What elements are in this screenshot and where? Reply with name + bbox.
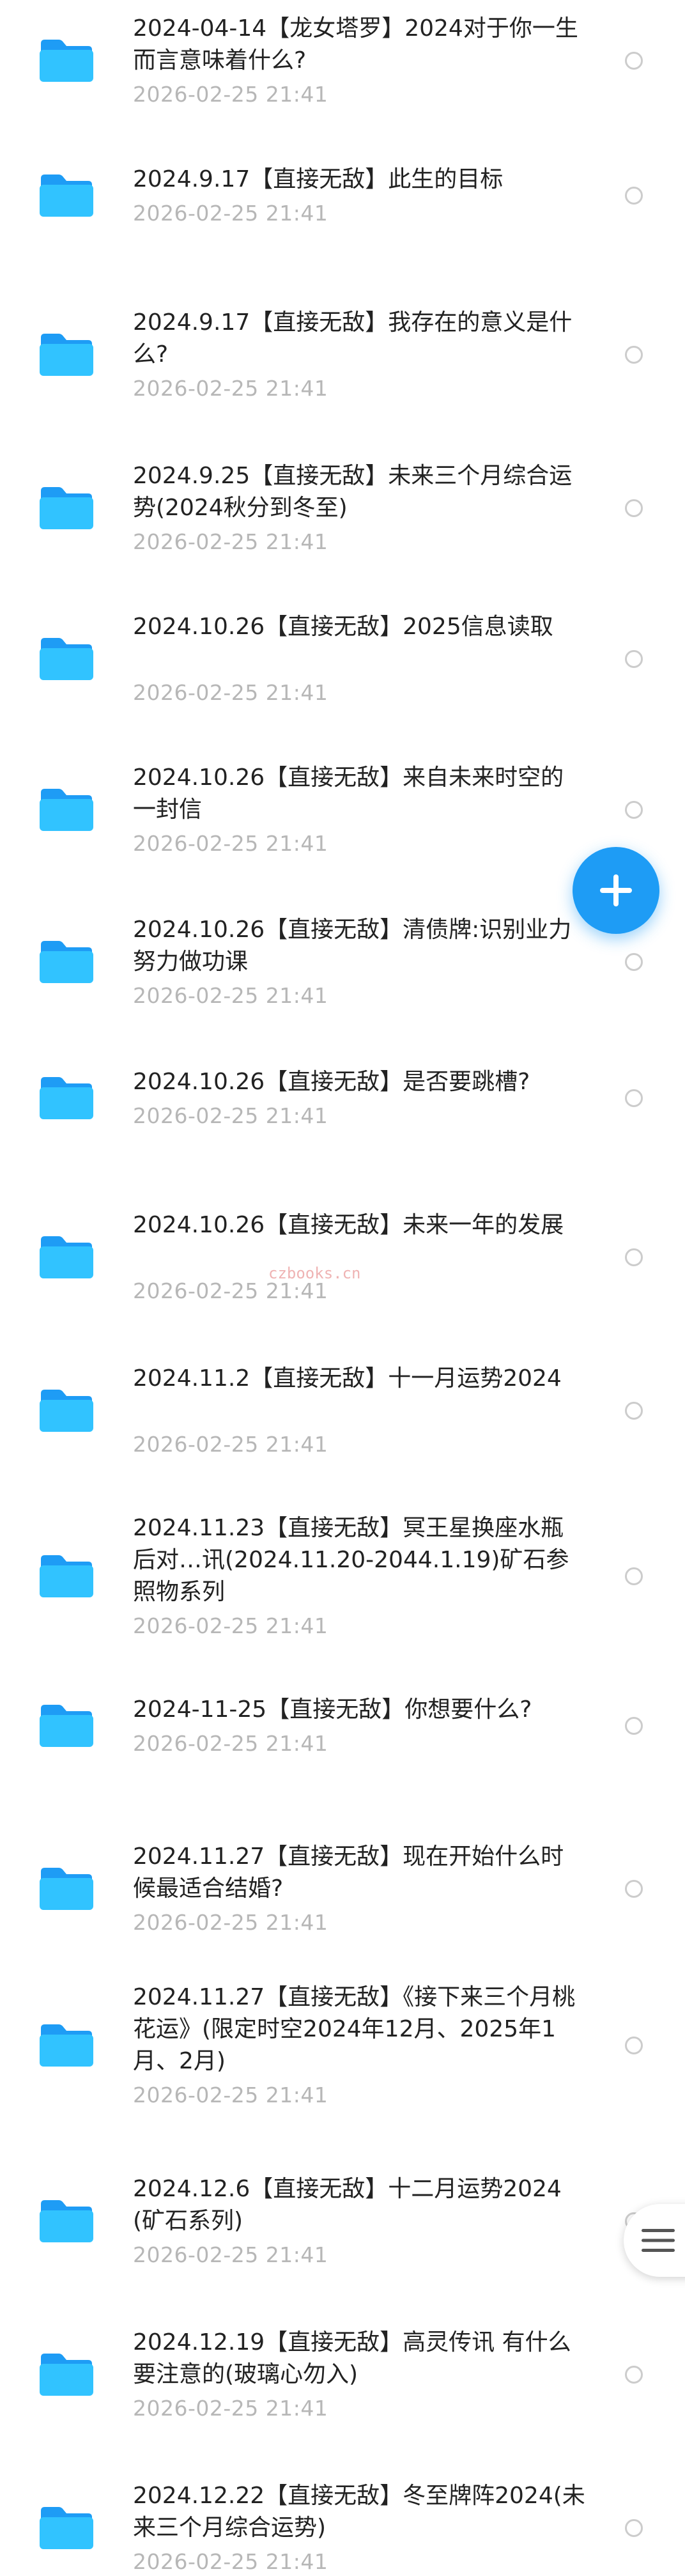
hamburger-menu-icon	[642, 2229, 675, 2252]
file-title: 2024.9.25【直接无敌】未来三个月综合运势(2024秋分到冬至)	[133, 463, 573, 521]
file-date: 2026-02-25 21:41	[133, 1613, 328, 1638]
folder-icon	[38, 332, 95, 377]
file-title: 2024.9.17【直接无敌】此生的目标	[133, 166, 504, 192]
file-title: 2024.11.2【直接无敌】十一月运势2024	[133, 1365, 562, 1392]
file-title: 2024.10.26【直接无敌】来自未来时空的一封信	[133, 764, 564, 823]
folder-icon	[38, 1703, 95, 1748]
folder-icon	[38, 486, 95, 531]
side-menu-button[interactable]	[624, 2204, 685, 2277]
folder-icon	[38, 1866, 95, 1911]
file-title: 2024.10.26【直接无敌】2025信息读取	[133, 614, 553, 640]
file-title: 2024.11.27【直接无敌】《接下来三个月桃花运》(限定时空2024年12月…	[133, 1984, 576, 2074]
select-radio[interactable]	[625, 2519, 643, 2537]
file-date: 2026-02-25 21:41	[133, 82, 328, 107]
folder-icon	[38, 2023, 95, 2068]
add-button[interactable]	[573, 847, 659, 934]
file-date: 2026-02-25 21:41	[133, 1432, 328, 1457]
folder-icon	[38, 2199, 95, 2244]
folder-icon	[38, 1235, 95, 1280]
file-title: 2024.12.22【直接无敌】冬至牌阵2024(未来三个月综合运势)	[133, 2483, 585, 2541]
select-radio[interactable]	[625, 1402, 643, 1420]
file-date: 2026-02-25 21:41	[133, 529, 328, 554]
select-radio[interactable]	[625, 953, 643, 971]
folder-icon	[38, 637, 95, 681]
select-radio[interactable]	[625, 2037, 643, 2054]
folder-icon	[38, 2352, 95, 2397]
file-date: 2026-02-25 21:41	[133, 2242, 328, 2267]
file-date: 2026-02-25 21:41	[133, 680, 328, 705]
watermark: czbooks.cn	[268, 1264, 361, 1282]
folder-icon	[38, 1388, 95, 1433]
file-date: 2026-02-25 21:41	[133, 1103, 328, 1128]
select-radio[interactable]	[625, 1248, 643, 1266]
file-date: 2026-02-25 21:41	[133, 1731, 328, 1756]
file-date: 2026-02-25 21:41	[133, 983, 328, 1008]
folder-icon	[38, 788, 95, 832]
folder-icon	[38, 1554, 95, 1599]
select-radio[interactable]	[625, 1567, 643, 1585]
file-date: 2026-02-25 21:41	[133, 201, 328, 226]
select-radio[interactable]	[625, 801, 643, 819]
file-title: 2024.10.26【直接无敌】未来一年的发展	[133, 1212, 564, 1238]
select-radio[interactable]	[625, 187, 643, 205]
file-title: 2024-04-14【龙女塔罗】2024对于你一生而言意味着什么?	[133, 15, 578, 74]
select-radio[interactable]	[625, 1089, 643, 1107]
select-radio[interactable]	[625, 346, 643, 364]
select-radio[interactable]	[625, 2366, 643, 2384]
select-radio[interactable]	[625, 52, 643, 70]
file-date: 2026-02-25 21:41	[133, 2083, 328, 2107]
folder-icon	[38, 2506, 95, 2550]
file-title: 2024.10.26【直接无敌】是否要跳槽?	[133, 1069, 530, 1095]
file-title: 2024.9.17【直接无敌】我存在的意义是什么?	[133, 309, 573, 368]
folder-icon	[38, 38, 95, 83]
file-date: 2026-02-25 21:41	[133, 2396, 328, 2421]
select-radio[interactable]	[625, 650, 643, 668]
select-radio[interactable]	[625, 499, 643, 517]
select-radio[interactable]	[625, 1717, 643, 1735]
file-date: 2026-02-25 21:41	[133, 1910, 328, 1935]
select-radio[interactable]	[625, 1880, 643, 1898]
file-date: 2026-02-25 21:41	[133, 831, 328, 856]
folder-icon	[38, 173, 95, 218]
file-title: 2024.10.26【直接无敌】清债牌:识别业力 努力做功课	[133, 917, 572, 975]
file-date: 2026-02-25 21:41	[133, 376, 328, 401]
file-title: 2024-11-25【直接无敌】你想要什么?	[133, 1696, 532, 1723]
file-date: 2026-02-25 21:41	[133, 2549, 328, 2574]
file-title: 2024.12.6【直接无敌】十二月运势2024(矿石系列)	[133, 2176, 562, 2234]
folder-icon	[38, 1076, 95, 1121]
file-title: 2024.11.23【直接无敌】冥王星换座水瓶后对…讯(2024.11.20-2…	[133, 1515, 569, 1605]
file-title: 2024.12.19【直接无敌】高灵传讯 有什么要注意的(玻璃心勿入)	[133, 2329, 571, 2387]
file-title: 2024.11.27【直接无敌】现在开始什么时候最适合结婚?	[133, 1843, 564, 1902]
plus-icon	[600, 874, 632, 906]
folder-icon	[38, 940, 95, 984]
